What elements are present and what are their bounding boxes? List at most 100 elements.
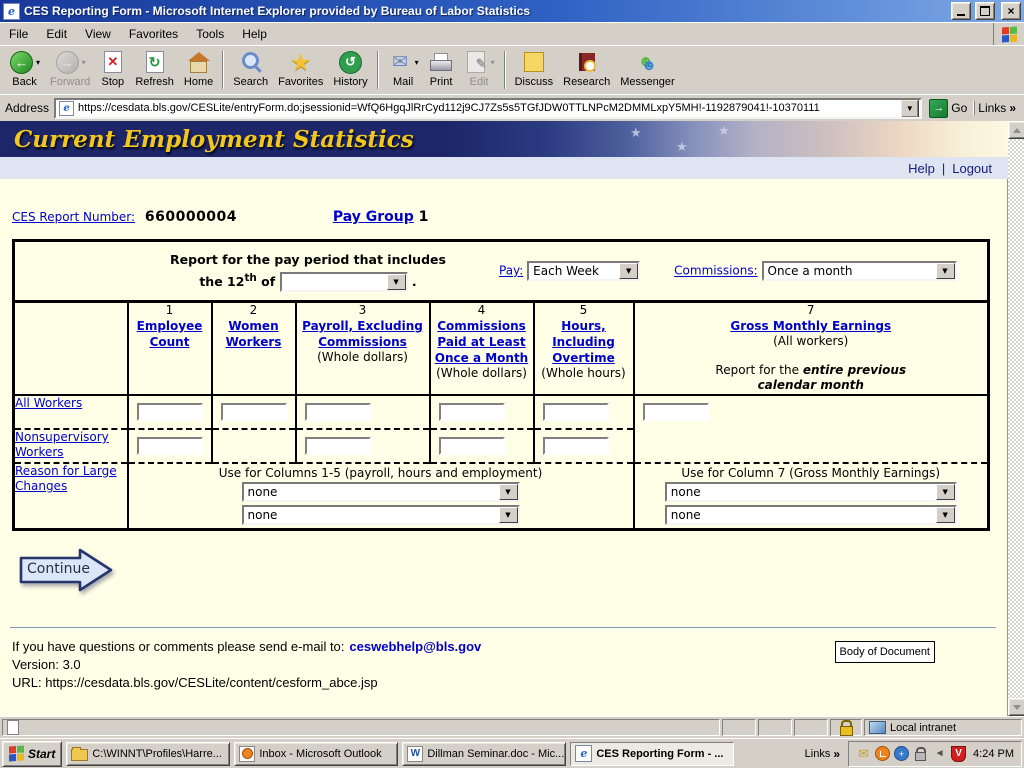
logout-link[interactable]: Logout [952,161,992,176]
start-button[interactable]: Start [2,741,62,767]
nonsup-employee-count-input[interactable] [137,437,203,455]
dropdown-arrow-icon[interactable]: ▼ [499,484,518,500]
tray-padlock-icon[interactable] [913,746,928,761]
commissions-paid-link[interactable]: Commissions Paid at Least Once a Month [431,318,533,366]
menu-tools[interactable]: Tools [187,24,233,44]
taskbar-links-toolbar[interactable]: Links » [805,747,844,761]
all-workers-employee-count-input[interactable] [137,403,203,421]
stop-label: Stop [102,76,125,88]
discuss-button[interactable]: Discuss [510,48,559,93]
stop-button[interactable]: ✕ Stop [95,48,130,93]
reason-value: none [667,507,936,523]
back-dropdown-icon[interactable]: ▾ [36,58,40,67]
menu-file[interactable]: File [0,24,37,44]
tray-reminder-clock-icon[interactable] [875,746,890,761]
pay-period-select[interactable]: ▼ [280,272,408,292]
address-dropdown-button[interactable]: ▼ [900,99,919,118]
vertical-scrollbar[interactable] [1007,121,1024,716]
dropdown-arrow-icon[interactable]: ▼ [387,274,406,290]
all-workers-women-workers-input[interactable] [221,403,287,421]
commissions-link[interactable]: Commissions: [674,264,758,278]
col7-report-note: Report for the entire previous calendar … [635,363,988,393]
edit-icon: ✎ [464,50,489,75]
pay-group-link[interactable]: Pay Group [333,209,414,225]
task-explorer-window[interactable]: C:\WINNT\Profiles\Harre... [66,742,230,766]
pay-link[interactable]: Pay: [499,264,523,278]
scroll-down-button[interactable] [1008,698,1024,716]
edit-button[interactable]: ✎▾ Edit [459,48,500,93]
task-label: Dillman Seminar.doc - Mic... [427,748,564,760]
history-icon: ↺ [338,50,363,75]
reason-cols15-select-2[interactable]: none▼ [242,505,520,525]
reason-cols15-select-1[interactable]: none▼ [242,482,520,502]
gross-monthly-earnings-link[interactable]: Gross Monthly Earnings [730,318,891,334]
address-label: Address [5,101,49,115]
body-of-document-button[interactable]: Body of Document [835,641,936,663]
favorites-star-icon: ★ [288,50,313,75]
menu-help[interactable]: Help [233,24,276,44]
pay-frequency-select[interactable]: Each Week▼ [527,261,640,281]
refresh-icon: ↻ [142,50,167,75]
employee-count-link[interactable]: Employee Count [129,318,211,350]
dropdown-arrow-icon[interactable]: ▼ [619,263,638,279]
refresh-button[interactable]: ↻ Refresh [130,48,179,93]
favorites-button[interactable]: ★ Favorites [273,48,328,93]
all-workers-payroll-input[interactable] [305,403,371,421]
history-button[interactable]: ↺ History [328,48,372,93]
hours-link[interactable]: Hours, Including Overtime [535,318,633,366]
mail-dropdown-icon[interactable]: ▾ [415,58,419,67]
menu-view[interactable]: View [76,24,120,44]
dropdown-arrow-icon[interactable]: ▼ [936,263,955,279]
menu-favorites[interactable]: Favorites [120,24,187,44]
report-header-line: CES Report Number: 660000004 Pay Group 1 [12,209,1008,225]
all-workers-hours-input[interactable] [543,403,609,421]
nonsup-commissions-input[interactable] [439,437,505,455]
home-button[interactable]: Home [179,48,218,93]
continue-button[interactable]: Continue [18,547,118,593]
go-button[interactable]: → Go [927,99,969,118]
tray-network-globe-icon[interactable]: + [894,746,909,761]
tray-antivirus-shield-icon[interactable]: V [951,746,966,761]
nonsup-hours-input[interactable] [543,437,609,455]
maximize-button[interactable] [975,2,995,20]
women-workers-link[interactable]: Women Workers [213,318,295,350]
help-email-link[interactable]: ceswebhelp@bls.gov [349,639,481,654]
dropdown-arrow-icon[interactable]: ▼ [936,484,955,500]
print-button[interactable]: Print [424,48,459,93]
messenger-button[interactable]: ☻☻ Messenger [615,48,679,93]
commissions-select[interactable]: Once a month▼ [762,261,957,281]
ces-report-number-link[interactable]: CES Report Number: [12,210,135,224]
search-button[interactable]: Search [228,48,273,93]
nonsupervisory-workers-link[interactable]: Nonsupervisory Workers [15,430,109,459]
scroll-up-button[interactable] [1008,121,1024,139]
forward-icon: → [55,50,80,75]
menu-edit[interactable]: Edit [37,24,76,44]
task-ces-reporting-form[interactable]: e CES Reporting Form - ... [570,742,734,766]
mail-button[interactable]: ✉▾ Mail [383,48,424,93]
tray-mail-icon[interactable]: ✉ [856,746,871,761]
help-link[interactable]: Help [908,161,935,176]
task-word-document[interactable]: W Dillman Seminar.doc - Mic... [402,742,566,766]
nonsup-payroll-input[interactable] [305,437,371,455]
all-workers-commissions-input[interactable] [439,403,505,421]
minimize-button[interactable] [951,2,971,20]
reason-col7-select-1[interactable]: none▼ [665,482,957,502]
links-toolbar[interactable]: Links » [974,101,1019,115]
forward-button[interactable]: →▾ Forward [45,48,95,93]
research-button[interactable]: Research [558,48,615,93]
reason-col7-select-2[interactable]: none▼ [665,505,957,525]
go-label: Go [951,101,967,115]
task-outlook-inbox[interactable]: Inbox - Microsoft Outlook [234,742,398,766]
payroll-link[interactable]: Payroll, Excluding Commissions [297,318,429,350]
address-url[interactable]: https://cesdata.bls.gov/CESLite/entryFor… [78,102,896,114]
reason-for-large-changes-link[interactable]: Reason for Large Changes [15,464,117,493]
dropdown-arrow-icon[interactable]: ▼ [936,507,955,523]
close-button[interactable]: × [1001,2,1021,20]
address-input[interactable]: e https://cesdata.bls.gov/CESLite/entryF… [54,98,922,119]
back-button[interactable]: ←▾ Back [4,48,45,93]
gross-monthly-earnings-input[interactable] [643,403,709,421]
all-workers-link[interactable]: All Workers [15,396,82,410]
cell-nonsup-col2-empty [212,429,296,463]
dropdown-arrow-icon[interactable]: ▼ [499,507,518,523]
tray-speaker-icon[interactable]: ◄ [932,746,947,761]
